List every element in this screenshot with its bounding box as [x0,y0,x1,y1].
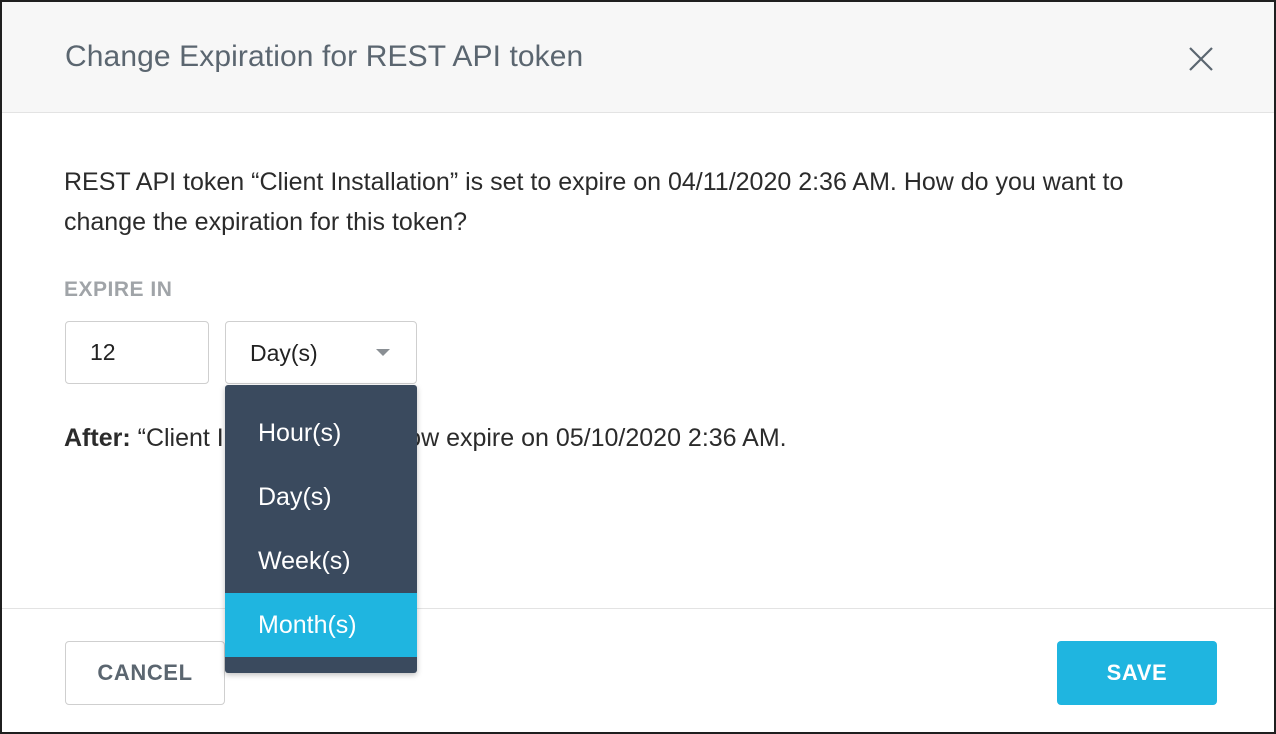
dropdown-option-weeks[interactable]: Week(s) [225,529,417,593]
dialog-header: Change Expiration for REST API token [2,2,1274,113]
expire-in-label: EXPIRE IN [64,278,173,301]
close-button[interactable] [1182,40,1220,78]
dialog-title: Change Expiration for REST API token [65,40,584,73]
cancel-button[interactable]: CANCEL [65,641,225,705]
dropdown-option-days[interactable]: Day(s) [225,465,417,529]
expire-unit-dropdown: Hour(s) Day(s) Week(s) Month(s) [225,385,417,673]
after-label: After: [64,424,131,452]
dropdown-option-months[interactable]: Month(s) [225,593,417,657]
caret-down-icon [376,349,390,356]
expire-unit-value: Day(s) [250,340,318,366]
save-button[interactable]: SAVE [1057,641,1217,705]
footer-divider [2,608,1274,609]
dialog-description: REST API token “Client Installation” is … [64,168,1124,236]
expire-unit-select[interactable]: Day(s) [225,321,417,384]
close-icon [1189,47,1213,71]
dropdown-option-hours[interactable]: Hour(s) [225,401,417,465]
change-expiration-dialog: Change Expiration for REST API token RES… [0,0,1276,734]
after-summary: After: “Client Installation” will now ex… [64,420,787,456]
expire-amount-input[interactable] [65,321,209,384]
